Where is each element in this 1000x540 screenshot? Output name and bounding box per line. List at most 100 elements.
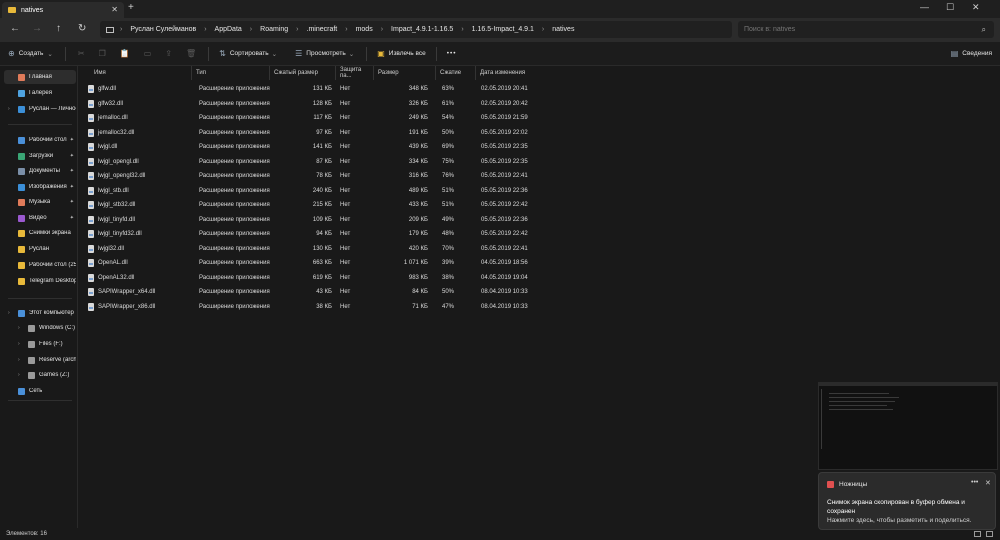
table-row[interactable]: lwjgl_stb32.dll Расширение приложения 215 …: [80, 198, 560, 212]
sidebar-item[interactable]: › Reserve (archive): [4, 353, 76, 367]
column-header-name[interactable]: Имя: [80, 66, 192, 80]
up-arrow-icon[interactable]: ↑: [56, 23, 61, 34]
close-tab-icon[interactable]: ✕: [111, 5, 118, 14]
table-row[interactable]: lwjgl_opengl.dll Расширение приложения 87 …: [80, 155, 560, 169]
screenshot-preview[interactable]: [818, 382, 998, 470]
sidebar-item[interactable]: Снимки экрана: [4, 226, 76, 240]
maximize-icon[interactable]: ☐: [946, 2, 954, 13]
refresh-icon[interactable]: ↻: [78, 23, 86, 34]
breadcrumb-natives[interactable]: natives: [552, 26, 574, 33]
share-icon[interactable]: ⇪: [165, 49, 172, 58]
sidebar-item[interactable]: Галерея: [4, 86, 76, 100]
table-row[interactable]: lwjgl_opengl32.dll Расширение приложения 7…: [80, 169, 560, 183]
paste-icon[interactable]: 📋: [120, 49, 130, 58]
copy-icon[interactable]: ❐: [99, 49, 106, 58]
minimize-icon[interactable]: —: [920, 2, 929, 12]
sidebar-item[interactable]: Рабочий стол ✦: [4, 133, 76, 147]
tiles-view-icon[interactable]: [986, 531, 993, 537]
cut-icon[interactable]: ✂: [78, 49, 85, 58]
file-name: glfw32.dll: [98, 100, 124, 107]
sidebar-item[interactable]: Рабочий стол (25.0: [4, 258, 76, 272]
table-row[interactable]: jemalloc.dll Расширение приложения 117 КБ Н…: [80, 111, 560, 125]
sidebar-item[interactable]: Видео ✦: [4, 211, 76, 225]
breadcrumb-roaming[interactable]: Roaming: [260, 26, 288, 33]
table-row[interactable]: OpenAL32.dll Расширение приложения 619 КБ Н…: [80, 271, 560, 285]
video-icon: [18, 214, 25, 222]
sidebar-item[interactable]: › Files (F:): [4, 337, 76, 351]
download-icon: [18, 152, 25, 160]
file-protected: Нет: [340, 216, 351, 223]
chevron-right-icon[interactable]: ›: [8, 310, 10, 316]
chevron-right-icon[interactable]: ›: [8, 106, 10, 112]
new-tab-button[interactable]: +: [128, 2, 134, 13]
breadcrumb-mods[interactable]: mods: [356, 26, 373, 33]
sidebar-item[interactable]: › Руслан — Личное: [4, 102, 76, 116]
table-row[interactable]: OpenAL.dll Расширение приложения 663 КБ Нет…: [80, 256, 560, 270]
table-row[interactable]: lwjgl_tinyfd32.dll Расширение приложения 9…: [80, 227, 560, 241]
column-header-date[interactable]: Дата изменения: [476, 66, 550, 80]
back-arrow-icon[interactable]: ←: [10, 23, 20, 34]
dll-file-icon: [88, 85, 94, 93]
more-icon[interactable]: •••: [971, 479, 978, 486]
sidebar-item[interactable]: Сеть: [4, 384, 76, 398]
more-options-button[interactable]: •••: [447, 50, 457, 57]
table-row[interactable]: SAPIWrapper_x64.dll Расширение приложения…: [80, 285, 560, 299]
breadcrumb-appdata[interactable]: AppData: [215, 26, 242, 33]
sidebar-item[interactable]: › Games (Z:): [4, 368, 76, 382]
table-row[interactable]: glfw32.dll Расширение приложения 128 КБ Нет…: [80, 97, 560, 111]
breadcrumb-impact-folder[interactable]: 1.16.5-Impact_4.9.1: [472, 26, 534, 33]
sidebar-item-label: Документы: [29, 168, 60, 174]
sort-button[interactable]: ⇅ Сортировать ⌄: [219, 49, 277, 58]
file-ratio: 51%: [442, 187, 455, 194]
sidebar-item[interactable]: Музыка ✦: [4, 195, 76, 209]
search-icon[interactable]: ⌕: [982, 25, 986, 35]
sidebar-item[interactable]: Документы ✦: [4, 164, 76, 178]
chevron-right-icon[interactable]: ›: [18, 325, 20, 331]
preview-line: [829, 401, 895, 402]
sidebar-item[interactable]: Главная: [4, 70, 76, 84]
address-bar[interactable]: › Руслан Сулейманов › AppData › Roaming …: [100, 21, 732, 38]
table-row[interactable]: lwjgl_tinyfd.dll Расширение приложения 109…: [80, 213, 560, 227]
column-header-ratio[interactable]: Сжатие: [436, 66, 476, 80]
breadcrumb-impact-zip[interactable]: Impact_4.9.1-1.16.5: [391, 26, 453, 33]
chevron-right-icon[interactable]: ›: [18, 357, 20, 363]
column-header-protected[interactable]: Защита па...: [336, 66, 374, 80]
chevron-right-icon[interactable]: ›: [18, 372, 20, 378]
file-protected: Нет: [340, 260, 351, 266]
folder-icon: [8, 7, 16, 13]
details-button[interactable]: ▤ Сведения: [951, 49, 992, 58]
column-header-size[interactable]: Размер: [374, 66, 436, 80]
sidebar-item[interactable]: Руслан: [4, 242, 76, 256]
sidebar-item[interactable]: › Этот компьютер: [4, 306, 76, 320]
file-name: lwjgl_opengl32.dll: [98, 173, 146, 179]
table-row[interactable]: lwjgl32.dll Расширение приложения 130 КБ Не…: [80, 242, 560, 256]
snipping-tool-notification[interactable]: Ножницы ••• ✕ Снимок экрана скопирован в…: [818, 472, 996, 530]
search-input[interactable]: [744, 26, 944, 33]
rename-icon[interactable]: ▭: [144, 49, 152, 58]
table-row[interactable]: lwjgl.dll Расширение приложения 141 КБ Нет 4…: [80, 140, 560, 154]
breadcrumb-minecraft[interactable]: .minecraft: [307, 26, 338, 33]
forward-arrow-icon[interactable]: →: [32, 23, 42, 34]
table-row[interactable]: glfw.dll Расширение приложения 131 КБ Нет 34…: [80, 82, 560, 96]
table-row[interactable]: lwjgl_stb.dll Расширение приложения 240 КБ…: [80, 184, 560, 198]
sidebar-item[interactable]: Загрузки ✦: [4, 149, 76, 163]
column-header-packed-size[interactable]: Сжатый размер: [270, 66, 336, 80]
chevron-right-icon[interactable]: ›: [18, 341, 20, 347]
breadcrumb-user[interactable]: Руслан Сулейманов: [130, 26, 196, 33]
tab-natives[interactable]: natives ✕: [2, 2, 124, 18]
table-row[interactable]: jemalloc32.dll Расширение приложения 97 КБ…: [80, 126, 560, 140]
sidebar-item[interactable]: › Windows (C:): [4, 321, 76, 335]
close-icon[interactable]: ✕: [985, 479, 991, 487]
sidebar-item[interactable]: Telegram Desktop: [4, 274, 76, 288]
sidebar-divider: [8, 124, 72, 125]
table-row[interactable]: SAPIWrapper_x86.dll Расширение приложения…: [80, 300, 560, 314]
search-box[interactable]: ⌕: [738, 21, 994, 38]
details-view-icon[interactable]: [974, 531, 981, 537]
extract-all-button[interactable]: ▣ Извлечь все: [377, 49, 426, 58]
column-header-type[interactable]: Тип: [192, 66, 270, 80]
view-button[interactable]: ☰ Просмотреть ⌄: [295, 49, 354, 58]
delete-icon[interactable]: 🗑: [186, 49, 196, 58]
sidebar-item[interactable]: Изображения ✦: [4, 180, 76, 194]
create-button[interactable]: ⊕ Создать ⌄: [8, 49, 53, 58]
close-window-icon[interactable]: ✕: [972, 2, 980, 13]
